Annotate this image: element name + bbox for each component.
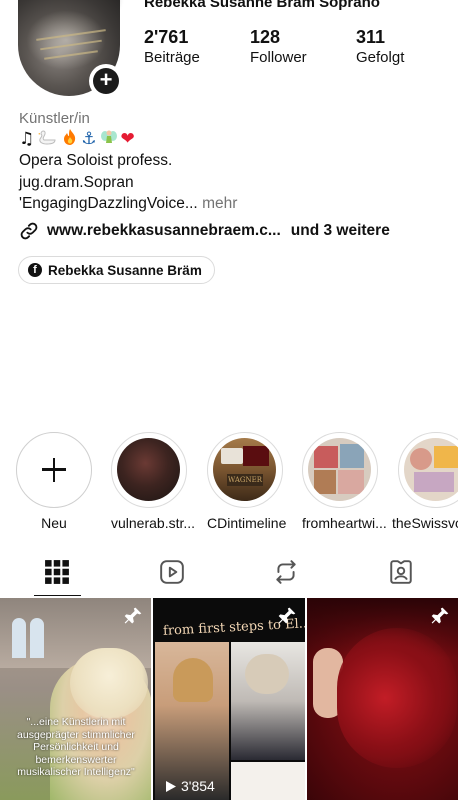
tab-grid[interactable] [0,548,115,596]
post-thumbnail[interactable]: "...eine Künstlerin mit ausgeprägter sti… [0,598,151,800]
highlight-item[interactable]: theSwissvo [392,432,458,531]
grid-icon [45,560,70,584]
swan-icon [37,128,59,151]
reels-icon [159,560,184,584]
bio-line: Opera Soloist profess. [19,152,173,169]
post-caption: "...eine Künstlerin mit ausgeprägter sti… [17,716,135,778]
red-heart-icon: ❤ [120,129,135,149]
facebook-icon: f [28,263,42,277]
tab-reels[interactable] [115,548,230,596]
profile-tabs [0,548,458,596]
highlight-cover [308,438,371,501]
more-link[interactable]: mehr [202,195,237,212]
add-story-button[interactable]: + [89,64,123,98]
bio-line: 'EngagingDazzlingVoice... mehr [19,195,238,212]
profile-link-url[interactable]: www.rebekkasusannebraem.c... [47,222,281,240]
profile-link-row[interactable]: www.rebekkasusannebraem.c... und 3 weite… [19,219,390,243]
plus-icon [17,433,90,506]
highlight-cover [117,438,180,501]
stat-posts[interactable]: 2'761 Beiträge [144,26,200,68]
pin-icon [277,606,297,626]
pin-icon [430,606,450,626]
pin-icon [123,606,143,626]
stat-followers[interactable]: 128 Follower [250,26,307,68]
bio-line: jug.dram.Sopran [19,174,134,191]
link-icon [20,222,38,240]
plus-icon: + [93,68,119,94]
profile-username: Rebekka Susanne Bräm Soprano [144,0,380,11]
post-grid: "...eine Künstlerin mit ausgeprägter sti… [0,598,458,800]
tab-reposts[interactable] [229,548,344,596]
more-links[interactable]: und 3 weitere [291,222,390,240]
profile-category: Künstler/in [19,110,90,127]
highlight-item[interactable]: WAGNER CDintimeline [207,432,286,531]
anchor-icon: ⚓ [81,129,97,149]
repost-icon [276,560,296,584]
stat-following[interactable]: 311 Gefolgt [356,26,404,68]
tagged-icon [390,560,412,584]
highlight-item[interactable]: vulnerab.str... [111,432,195,531]
play-icon [166,780,176,792]
highlight-new[interactable]: Neu [16,432,92,531]
view-count: 3'854 [165,778,215,794]
music-notes-icon: ♫ [19,129,35,149]
highlight-cover [404,438,458,501]
tab-tagged[interactable] [344,548,458,596]
highlight-cover: WAGNER [213,438,276,501]
post-thumbnail[interactable] [307,598,458,800]
facebook-profile-chip[interactable]: f Rebekka Susanne Bräm [18,256,215,284]
bio-emoji-row: ♫ ⚓ ❤ [19,128,135,151]
fairy-icon [100,128,118,151]
highlight-item[interactable]: fromheartwi... [302,432,387,531]
post-thumbnail[interactable]: from first steps to El... 3'854 [153,598,305,800]
fire-icon [62,128,78,151]
